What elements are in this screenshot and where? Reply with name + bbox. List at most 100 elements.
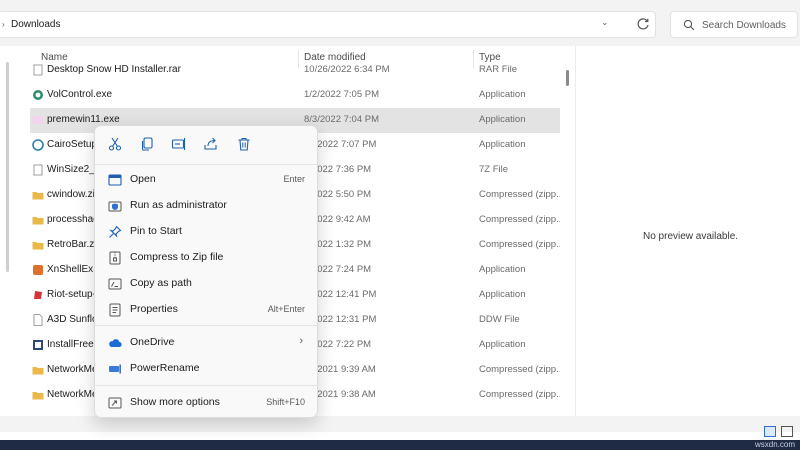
file-type: Compressed (zipp... [479, 389, 560, 400]
menu-item-shortcut: Enter [283, 174, 305, 184]
menu-item-compress-zip[interactable]: Compress to Zip file [99, 245, 313, 270]
watermark: wsxdn.com [755, 440, 796, 449]
details-view-button[interactable] [764, 426, 776, 437]
menu-item-label: Open [130, 173, 156, 185]
chevron-down-icon[interactable]: ⌄ [601, 17, 609, 28]
address-bar[interactable]: › Downloads ⌄ [0, 11, 656, 38]
menu-item-label: Pin to Start [130, 225, 182, 237]
menu-item-run-as-admin[interactable]: Run as administrator [99, 193, 313, 218]
menu-item-shortcut: Shift+F10 [266, 397, 305, 407]
open-icon [108, 174, 122, 186]
file-type: Compressed (zipp... [479, 214, 560, 225]
copy-icon[interactable] [139, 136, 155, 152]
app-icon [33, 265, 43, 275]
file-name: RetroBar.zi [47, 239, 97, 250]
search-input[interactable] [702, 17, 794, 33]
file-type: 7Z File [479, 164, 509, 175]
search-box[interactable] [670, 11, 798, 38]
file-date: 8/3/2022 7:04 PM [304, 114, 379, 125]
file-type: Compressed (zipp... [479, 239, 560, 250]
pin-icon [109, 225, 122, 238]
context-menu: Open Enter Run as administrator Pin to S… [94, 125, 318, 418]
shield-icon [108, 201, 122, 212]
menu-item-label: OneDrive [130, 336, 175, 348]
file-type: Application [479, 339, 526, 350]
file-type: Application [479, 114, 526, 125]
zip-icon [109, 251, 121, 265]
menu-item-onedrive[interactable]: OneDrive › [99, 330, 313, 355]
file-type: Application [479, 264, 526, 275]
taskbar [0, 440, 800, 450]
file-name: processhac [47, 214, 99, 225]
share-icon[interactable] [203, 136, 219, 152]
file-name: NetworkMe [47, 389, 98, 400]
file-name: InstallFreeS [47, 339, 101, 350]
file-type: Application [479, 289, 526, 300]
file-date: 10/26/2022 6:34 PM [304, 64, 390, 75]
more-options-icon [108, 397, 122, 409]
navigation-scrollbar[interactable] [6, 62, 9, 272]
file-type: Application [479, 89, 526, 100]
refresh-icon[interactable] [635, 16, 651, 32]
tiles-view-button[interactable] [781, 426, 793, 437]
app-icon [33, 90, 43, 100]
menu-item-copy-as-path[interactable]: Copy as path [99, 271, 313, 296]
archive-icon [33, 164, 43, 176]
chevron-right-icon: › [299, 335, 303, 347]
file-name: Riot-setup- [47, 289, 96, 300]
app-icon [32, 139, 44, 151]
powerrename-icon [109, 364, 121, 374]
folder-icon [32, 367, 44, 375]
file-name: WinSize2_2 [47, 164, 101, 175]
file-list-scrollbar[interactable] [566, 70, 569, 86]
status-bar [0, 416, 800, 432]
delete-icon[interactable] [236, 136, 252, 152]
preview-message: No preview available. [643, 231, 739, 242]
folder-icon [32, 392, 44, 400]
file-type: RAR File [479, 64, 518, 75]
menu-item-powerrename[interactable]: PowerRename [99, 356, 313, 381]
file-name: VolControl.exe [47, 89, 113, 100]
menu-item-label: Show more options [130, 396, 220, 408]
file-type: Compressed (zipp... [479, 189, 560, 200]
address-path[interactable]: Downloads [11, 19, 60, 30]
folder-icon [32, 192, 44, 200]
file-row[interactable]: VolControl.exe 1/2/2022 7:05 PM Applicat… [30, 83, 560, 108]
app-icon [34, 291, 42, 299]
menu-separator [95, 385, 317, 386]
file-name: CairoSetup [47, 139, 98, 150]
file-type: DDW File [479, 314, 520, 325]
menu-item-show-more-options[interactable]: Show more options Shift+F10 [99, 390, 313, 415]
menu-item-label: Compress to Zip file [130, 251, 224, 263]
rename-icon[interactable] [171, 136, 187, 152]
menu-item-label: Run as administrator [130, 199, 227, 211]
chevron-right-icon[interactable]: › [2, 20, 9, 29]
menu-separator [95, 164, 317, 165]
cloud-icon [109, 339, 122, 348]
navigation-pane [0, 46, 30, 416]
menu-item-label: Properties [130, 303, 178, 315]
folder-icon [32, 242, 44, 250]
menu-item-label: PowerRename [130, 362, 200, 374]
menu-item-properties[interactable]: Properties Alt+Enter [99, 297, 313, 322]
context-menu-quick-actions [95, 126, 317, 164]
menu-item-label: Copy as path [130, 277, 192, 289]
menu-item-open[interactable]: Open Enter [99, 167, 313, 192]
path-icon [108, 278, 122, 290]
file-name: Desktop Snow HD Installer.rar [47, 64, 181, 75]
file-row[interactable]: Desktop Snow HD Installer.rar 10/26/2022… [30, 58, 560, 83]
file-icon [33, 314, 43, 326]
folder-icon [32, 217, 44, 225]
file-date: 1/2/2022 7:05 PM [304, 89, 379, 100]
file-name: cwindow.zi [47, 189, 95, 200]
cut-icon[interactable] [107, 136, 123, 152]
file-type: Application [479, 139, 526, 150]
archive-icon [33, 64, 43, 76]
menu-item-shortcut: Alt+Enter [267, 304, 305, 314]
app-icon [33, 340, 43, 350]
file-name: A3D Sunflo [47, 314, 98, 325]
menu-separator [95, 325, 317, 326]
menu-item-pin-to-start[interactable]: Pin to Start [99, 219, 313, 244]
app-icon [32, 116, 44, 124]
properties-icon [109, 303, 121, 317]
